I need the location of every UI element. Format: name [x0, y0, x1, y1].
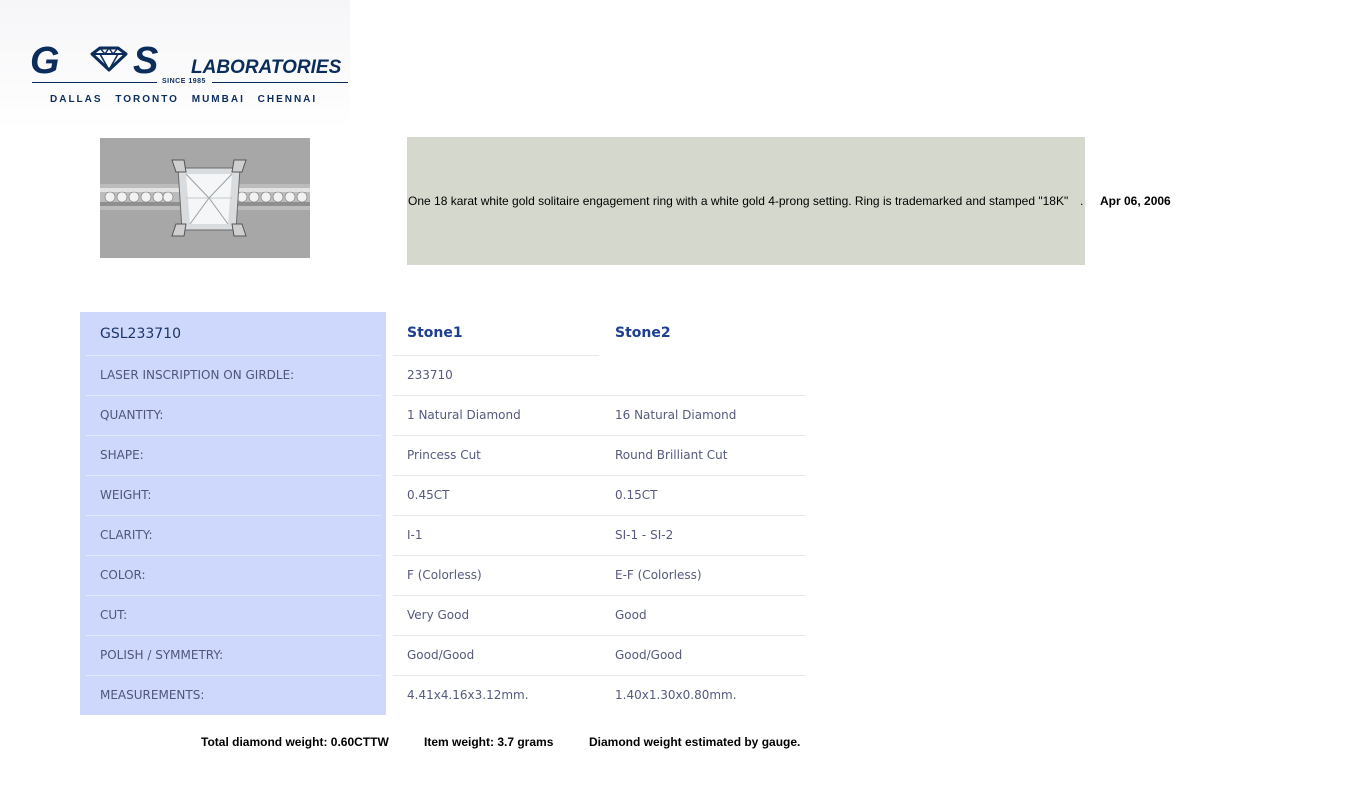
description-separator: . [1080, 194, 1084, 208]
stone1-laser-inscription: 233710 [407, 368, 453, 382]
diamond-icon [90, 46, 128, 72]
stone2-polish-symmetry: Good/Good [615, 648, 683, 662]
label-divider [86, 435, 381, 436]
total-diamond-weight: Total diamond weight: 0.60CTTW [201, 735, 389, 749]
company-logo: G S LABORATORIES SINCE 1985 DALLAS TORON… [0, 0, 350, 130]
label-divider [86, 355, 381, 356]
label-measurements: MEASUREMENTS: [100, 688, 205, 702]
ring-image [100, 138, 310, 258]
gs-logo-mark: G S LABORATORIES [30, 40, 342, 80]
stone2-shape: Round Brilliant Cut [615, 448, 728, 462]
row-divider [393, 475, 805, 476]
label-clarity: CLARITY: [100, 528, 153, 542]
stone1-cut: Very Good [407, 608, 470, 622]
label-divider [86, 395, 381, 396]
label-quantity: QUANTITY: [100, 408, 164, 422]
stone1-header: Stone1 [407, 325, 463, 341]
label-cut: CUT: [100, 608, 128, 622]
label-color: COLOR: [100, 568, 146, 582]
logo-rule-right [212, 82, 348, 83]
stone2-color: E-F (Colorless) [615, 568, 702, 582]
row-divider [393, 595, 805, 596]
stone1-weight: 0.45CT [407, 488, 450, 502]
stone2-measurements: 1.40x1.30x0.80mm. [615, 688, 737, 702]
label-laser-inscription: LASER INSCRIPTION ON GIRDLE: [100, 368, 295, 382]
label-weight: WEIGHT: [100, 488, 152, 502]
row-divider [393, 675, 805, 676]
logo-wordmark: LABORATORIES [191, 57, 342, 78]
stone2-quantity: 16 Natural Diamond [615, 408, 737, 422]
report-id: GSL233710 [100, 326, 181, 342]
label-shape: SHAPE: [100, 448, 144, 462]
logo-letter-s: S [133, 40, 158, 80]
item-description: One 18 karat white gold solitaire engage… [408, 194, 1069, 208]
ring-photo [100, 138, 310, 258]
label-divider [86, 515, 381, 516]
row-divider [393, 395, 805, 396]
stone2-cut: Good [615, 608, 647, 622]
row-divider [393, 515, 805, 516]
stone2-clarity: SI-1 - SI-2 [615, 528, 674, 542]
stone1-quantity: 1 Natural Diamond [407, 408, 521, 422]
stone1-polish-symmetry: Good/Good [407, 648, 475, 662]
label-divider [86, 635, 381, 636]
label-divider [86, 475, 381, 476]
appraisal-date: Apr 06, 2006 [1100, 194, 1171, 208]
stone2-header: Stone2 [615, 325, 671, 341]
label-polish-symmetry: POLISH / SYMMETRY: [100, 648, 224, 662]
logo-rule-left [32, 82, 157, 83]
weight-estimate-note: Diamond weight estimated by gauge. [589, 735, 801, 749]
logo-cities: DALLAS TORONTO MUMBAI CHENNAI [50, 94, 318, 105]
stone1-clarity: I-1 [407, 528, 423, 542]
label-divider [86, 595, 381, 596]
logo-letter-g: G [30, 40, 60, 80]
row-divider [393, 555, 805, 556]
item-weight: Item weight: 3.7 grams [424, 735, 554, 749]
label-divider [86, 675, 381, 676]
stone1-shape: Princess Cut [407, 448, 481, 462]
stone1-measurements: 4.41x4.16x3.12mm. [407, 688, 529, 702]
row-divider [393, 635, 805, 636]
row-divider [393, 435, 805, 436]
logo-since: SINCE 1985 [162, 78, 206, 85]
stone2-weight: 0.15CT [615, 488, 658, 502]
stone1-color: F (Colorless) [407, 568, 482, 582]
label-divider [86, 555, 381, 556]
row-divider [393, 355, 599, 356]
